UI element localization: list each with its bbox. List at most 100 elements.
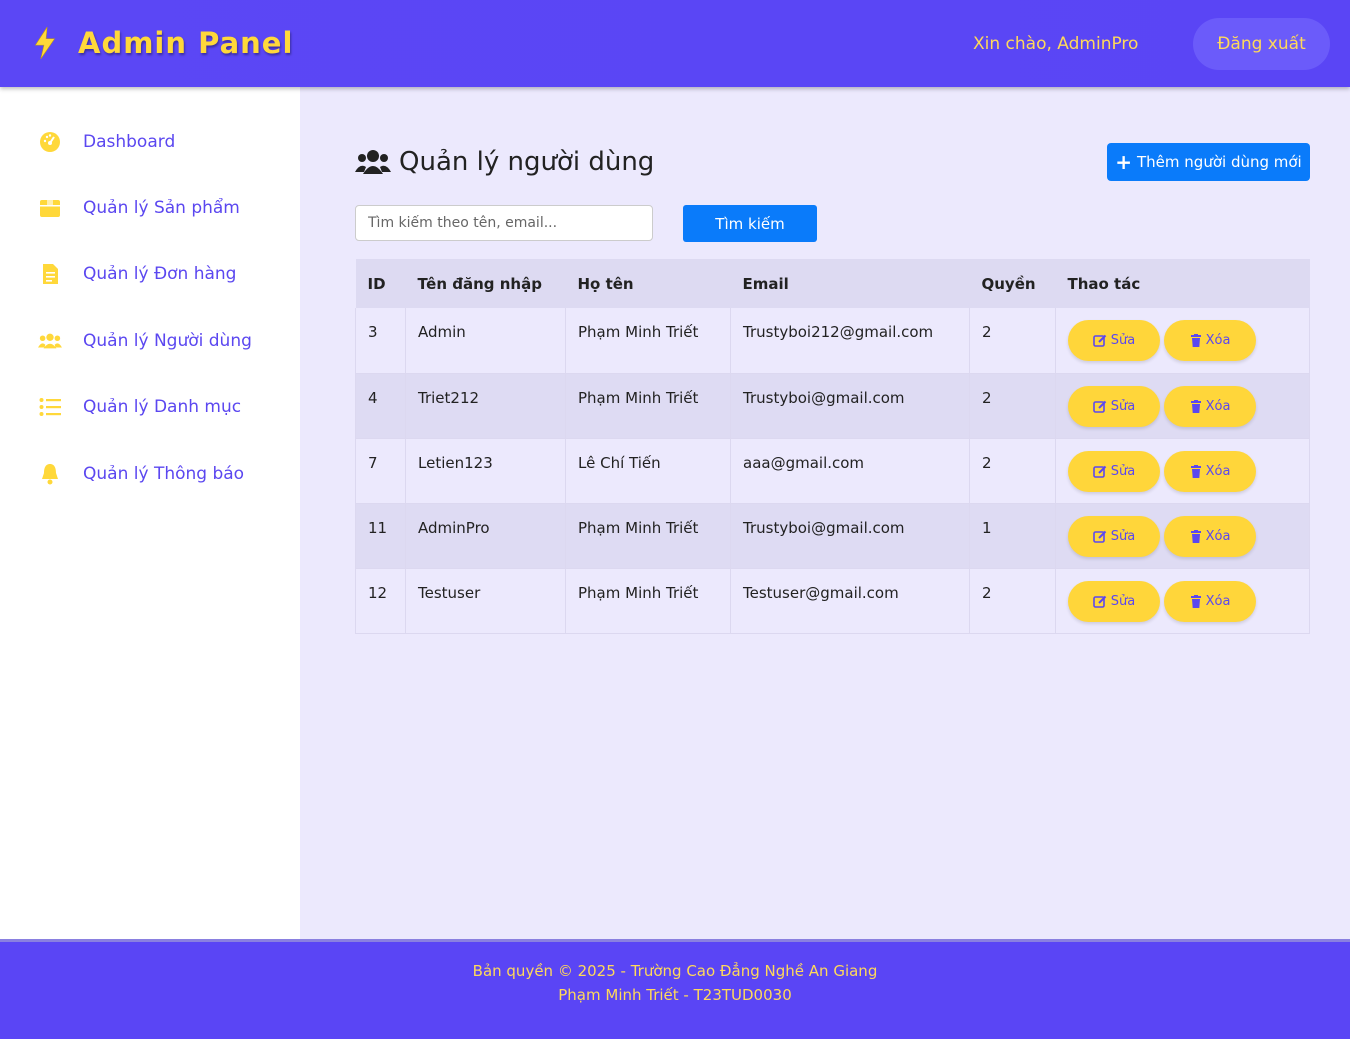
table-row: 3 Admin Phạm Minh Triết Trustyboi212@gmail.… [355, 308, 1310, 374]
file-icon [38, 262, 62, 286]
edit-button[interactable]: Sửa [1068, 320, 1160, 361]
sidebar-item-label: Quản lý Thông báo [83, 464, 245, 484]
edit-label: Sửa [1110, 593, 1136, 609]
cell-email: Trustyboi@gmail.com [730, 503, 970, 569]
cell-actions: Sửa Xóa [1055, 568, 1310, 634]
column-header: Email [730, 259, 970, 308]
page-title: Quản lý người dùng [355, 147, 654, 177]
delete-button[interactable]: Xóa [1164, 320, 1256, 361]
trash-icon [1190, 594, 1201, 608]
cell-username: Testuser [405, 568, 566, 634]
cell-email: Trustyboi212@gmail.com [730, 308, 970, 374]
sidebar: Dashboard Quản lý Sản phẩm Quản lý Đơn h… [0, 87, 300, 939]
cell-email: aaa@gmail.com [730, 438, 970, 504]
edit-icon [1092, 400, 1106, 413]
table-row: 7 Letien123 Lê Chí Tiến aaa@gmail.com 2 Sửa Xó… [355, 438, 1310, 504]
table-row: 4 Triet212 Phạm Minh Triết Trustyboi@gmail.… [355, 373, 1310, 439]
delete-label: Xóa [1205, 333, 1231, 348]
add-user-button[interactable]: + Thêm người dùng mới [1107, 143, 1310, 181]
delete-button[interactable]: Xóa [1164, 515, 1256, 557]
column-header: Họ tên [565, 259, 731, 308]
search-input[interactable] [355, 205, 653, 241]
delete-label: Xóa [1205, 398, 1231, 414]
delete-label: Xóa [1205, 528, 1231, 544]
sidebar-item-products[interactable]: Quản lý Sản phẩm [38, 193, 240, 223]
footer: Bản quyền © 2025 - Trường Cao Đẳng Nghề … [0, 939, 1350, 1039]
edit-button[interactable]: Sửa [1068, 515, 1160, 557]
sidebar-item-orders[interactable]: Quản lý Đơn hàng [38, 259, 236, 289]
users-table: ID Tên đăng nhập Họ tên Email Quyền Thao… [355, 259, 1310, 634]
add-user-label: Thêm người dùng mới [1137, 153, 1302, 171]
cell-fullname: Phạm Minh Triết [565, 503, 731, 569]
table-row: 12 Testuser Phạm Minh Triết Testuser@gmail.… [355, 568, 1310, 634]
delete-button[interactable]: Xóa [1164, 385, 1256, 427]
cell-role: 2 [969, 438, 1056, 504]
footer-copyright: Bản quyền © 2025 - Trường Cao Đẳng Nghề … [472, 962, 878, 980]
cell-id: 4 [355, 373, 406, 439]
cell-actions: Sửa Xóa [1055, 373, 1310, 439]
cell-email: Trustyboi@gmail.com [730, 373, 970, 439]
sidebar-item-label: Quản lý Danh mục [83, 397, 242, 417]
delete-button[interactable]: Xóa [1164, 580, 1256, 622]
cell-role: 2 [969, 373, 1056, 439]
sidebar-item-users[interactable]: Quản lý Người dùng [38, 326, 252, 356]
trash-icon [1190, 399, 1201, 413]
cell-actions: Sửa Xóa [1055, 503, 1310, 569]
cell-fullname: Phạm Minh Triết [565, 373, 731, 439]
column-header: ID [355, 259, 406, 308]
column-header: Quyền [969, 259, 1056, 308]
delete-label: Xóa [1205, 463, 1231, 479]
edit-icon [1092, 334, 1106, 347]
sidebar-item-label: Quản lý Người dùng [83, 331, 252, 351]
cell-role: 1 [969, 503, 1056, 569]
edit-button[interactable]: Sửa [1068, 580, 1160, 622]
edit-label: Sửa [1110, 333, 1136, 348]
edit-label: Sửa [1110, 463, 1136, 479]
cell-email: Testuser@gmail.com [730, 568, 970, 634]
edit-icon [1092, 595, 1106, 608]
sidebar-item-categories[interactable]: Quản lý Danh mục [38, 392, 241, 422]
greeting-text: Xin chào, AdminPro [973, 34, 1139, 54]
list-icon [38, 395, 62, 419]
brand[interactable]: Admin Panel [30, 26, 293, 60]
top-header: Admin Panel Xin chào, AdminPro Đăng xuất [0, 0, 1350, 87]
cell-username: Letien123 [405, 438, 566, 504]
trash-icon [1190, 334, 1201, 347]
cell-username: Admin [405, 308, 566, 374]
cell-actions: Sửa Xóa [1055, 438, 1310, 504]
sidebar-item-dashboard[interactable]: Dashboard [38, 127, 175, 157]
cell-role: 2 [969, 308, 1056, 374]
cell-fullname: Phạm Minh Triết [565, 568, 731, 634]
plus-icon: + [1115, 150, 1133, 174]
edit-icon [1092, 530, 1106, 543]
edit-button[interactable]: Sửa [1068, 385, 1160, 427]
cell-fullname: Phạm Minh Triết [565, 308, 731, 374]
sidebar-item-notifications[interactable]: Quản lý Thông báo [38, 459, 244, 489]
users-icon [38, 329, 62, 353]
dashboard-icon [38, 130, 62, 154]
edit-label: Sửa [1110, 398, 1136, 414]
table-header-row: ID Tên đăng nhập Họ tên Email Quyền Thao… [355, 259, 1310, 308]
cell-id: 3 [355, 308, 406, 374]
trash-icon [1190, 464, 1201, 478]
brand-title: Admin Panel [78, 26, 294, 60]
edit-button[interactable]: Sửa [1068, 450, 1160, 492]
bolt-icon [34, 26, 56, 60]
box-icon [38, 196, 62, 220]
sidebar-item-label: Quản lý Sản phẩm [83, 198, 240, 218]
column-header: Thao tác [1055, 259, 1310, 308]
cell-id: 7 [355, 438, 406, 504]
cell-actions: Sửa Xóa [1055, 308, 1310, 374]
edit-icon [1092, 465, 1106, 478]
sidebar-item-label: Quản lý Đơn hàng [83, 264, 237, 284]
bell-icon [38, 462, 62, 486]
column-header: Tên đăng nhập [405, 259, 566, 308]
footer-author: Phạm Minh Triết - T23TUD0030 [558, 986, 792, 1004]
edit-label: Sửa [1110, 528, 1136, 544]
search-button[interactable]: Tìm kiếm [683, 205, 817, 242]
cell-username: AdminPro [405, 503, 566, 569]
cell-fullname: Lê Chí Tiến [565, 438, 731, 504]
delete-button[interactable]: Xóa [1164, 450, 1256, 492]
table-row: 11 AdminPro Phạm Minh Triết Trustyboi@gmail… [355, 503, 1310, 569]
logout-button[interactable]: Đăng xuất [1193, 18, 1330, 70]
